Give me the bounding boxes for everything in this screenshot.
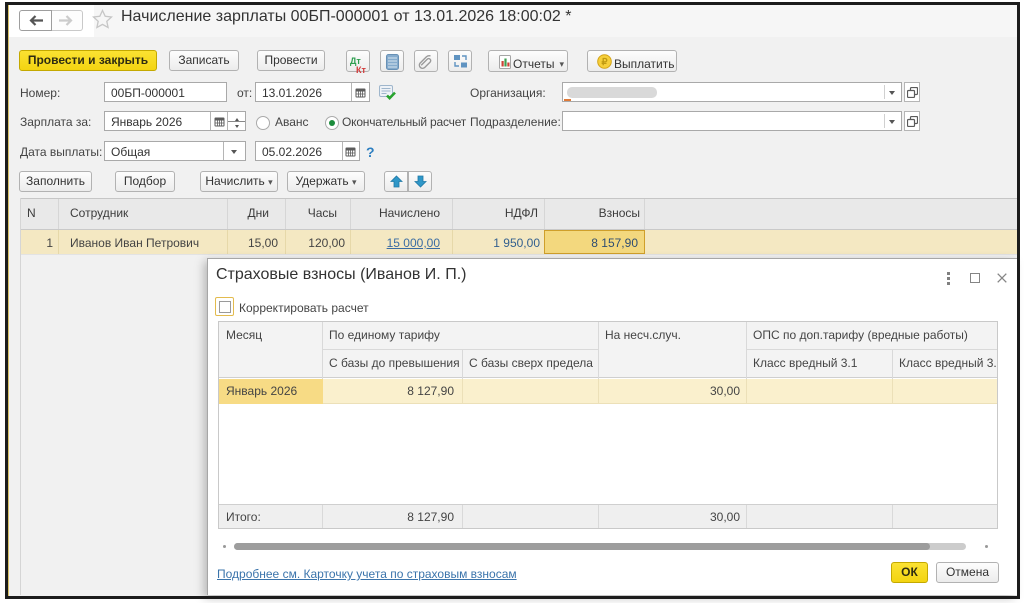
svg-text:₽: ₽ — [601, 57, 608, 68]
